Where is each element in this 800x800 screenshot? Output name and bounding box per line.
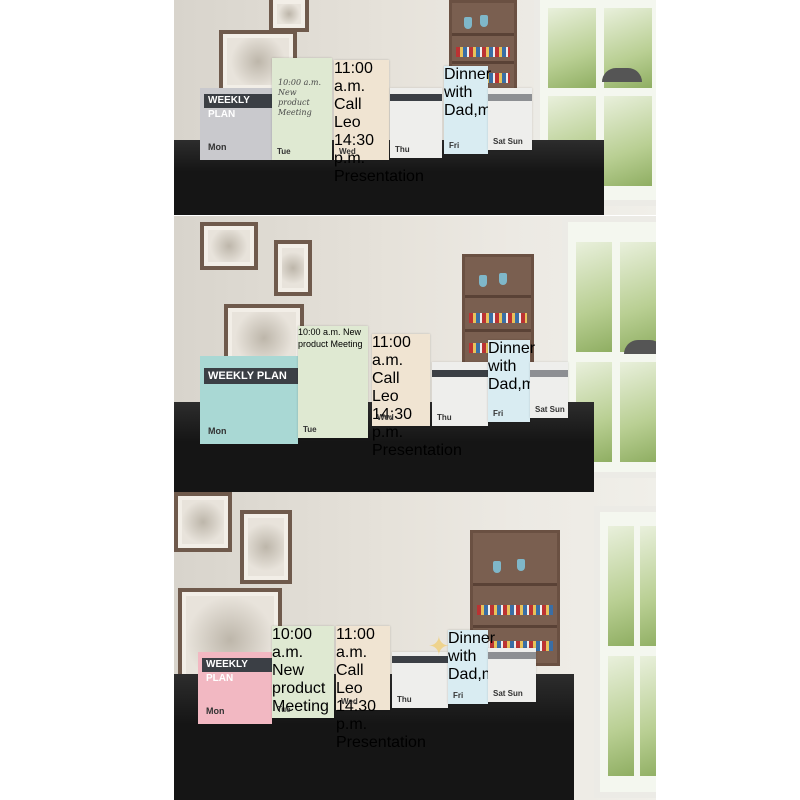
window [594,506,656,798]
day-label-thu: Thu [437,413,452,422]
weekly-plan-card: WEEKLY PLAN Mon [200,88,272,160]
photo-panel-grey: WEEKLY PLAN Mon 10:00 a.m. New product M… [174,0,656,215]
day-card-sat-sun: Sat Sun [488,648,536,702]
weekly-plan-card: WEEKLY PLAN Mon [198,652,272,724]
sticky-note-fri: Dinner with Dad,mom Fri [488,340,557,422]
watermark-logo: ✦ [428,632,450,662]
day-label-tue: Tue [303,425,317,434]
lamp [624,340,656,354]
day-card-thu: Thu [432,362,488,426]
wall-picture-frame [274,240,312,296]
day-card-sat-sun: Sat Sun [530,362,568,418]
day-label-wed: Wed [377,413,394,422]
wall-picture-frame [269,0,309,32]
day-label-tue: Tue [277,705,291,714]
day-label-wed: Wed [341,697,358,706]
day-label-mon: Mon [208,142,227,152]
photo-panel-teal: WEEKLY PLAN Mon 10:00 a.m. New product M… [174,216,656,492]
sticky-note-wed: 11:00 a.m. Call Leo 14:30 p.m. Presentat… [336,626,426,751]
day-card-sat-sun: Sat Sun [488,88,532,150]
sticky-note-tue: 10:00 a.m. New product Meeting Tue [298,326,368,438]
day-label-fri: Fri [453,691,464,700]
weekly-plan-title: WEEKLY PLAN [202,658,272,684]
wall-picture-frame [174,492,232,552]
weekly-plan-title: WEEKLY PLAN [204,94,272,120]
day-label-thu: Thu [397,695,412,704]
day-label-mon: Mon [206,706,225,716]
photo-panel-pink: WEEKLY PLAN Mon 10:00 a.m. New product M… [174,492,656,800]
day-label-mon: Mon [208,426,227,436]
wall-picture-frame [240,510,292,584]
lamp [602,68,642,82]
sticky-note-tue: 10:00 a.m. New product Meeting Tue [272,626,334,718]
sticky-note-fri: Dinner with Dad,mom Fri [448,630,517,704]
sticky-note-wed: 11:00 a.m. Call Leo 14:30 p.m. Presentat… [372,334,462,459]
weekly-plan-title: WEEKLY PLAN [204,368,298,384]
sticky-note-tue: 10:00 a.m. New product Meeting Tue [272,58,332,160]
weekly-plan-card: WEEKLY PLAN Mon [200,356,298,444]
sticky-note-fri: Dinner with Dad,mom Fri [444,66,513,154]
note-text-tue: 10:00 a.m. New product Meeting [278,78,322,117]
day-label-sat-sun: Sat Sun [535,405,565,414]
day-label-fri: Fri [449,141,460,150]
wall-picture-frame [200,222,258,270]
day-card-thu: Thu [390,88,442,158]
day-label-tue: Tue [277,147,291,156]
day-label-wed: Wed [339,147,356,156]
sticky-note-wed: 11:00 a.m. Call Leo 14:30 p.m. Presentat… [334,60,424,185]
day-label-fri: Fri [493,409,504,418]
day-label-sat-sun: Sat Sun [493,137,523,146]
day-label-sat-sun: Sat Sun [493,689,523,698]
day-label-thu: Thu [395,145,410,154]
